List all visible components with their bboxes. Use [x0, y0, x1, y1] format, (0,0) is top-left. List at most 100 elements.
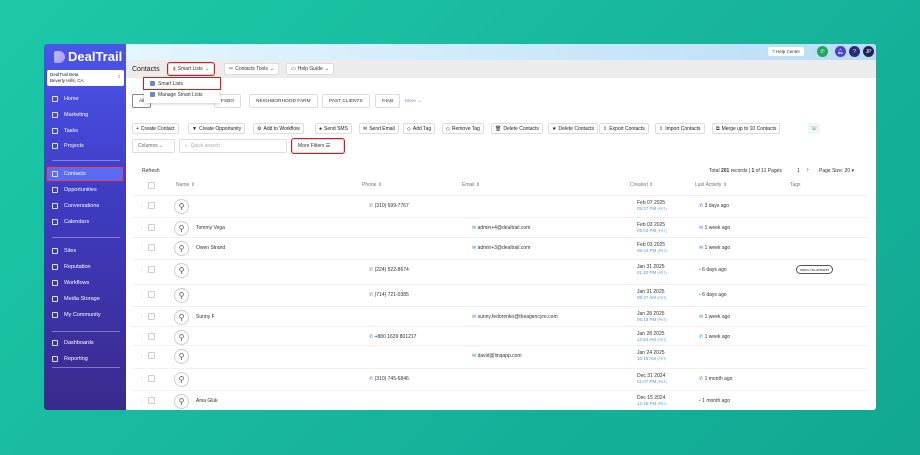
col-created[interactable]: Created ⇕ — [630, 182, 653, 188]
sidebar-item-media-storage[interactable]: Media Storage — [44, 292, 126, 306]
drag-handle-icon[interactable]: ⋮ — [139, 334, 144, 340]
email-icon: ✉ — [472, 353, 477, 359]
contact-name[interactable]: Sunny F — [196, 314, 215, 320]
drag-handle-icon[interactable]: ⋮ — [139, 398, 144, 404]
help-icon[interactable]: ? — [849, 46, 860, 57]
col-last-activity[interactable]: Last Activity ⇕ — [695, 182, 727, 188]
contact-email[interactable]: ✉ admin+3@dealtrail.com — [472, 245, 530, 251]
row-checkbox[interactable] — [148, 333, 155, 340]
table-row[interactable] — [132, 368, 868, 390]
tab-ihab[interactable]: IHAB — [375, 94, 401, 108]
drag-handle-icon[interactable]: ⋮ — [139, 267, 144, 273]
email-icon: ✉ — [472, 314, 477, 320]
smart-lists-dropdown[interactable]: ▮ Smart Lists ⌄ — [167, 62, 215, 76]
table-row[interactable] — [132, 259, 868, 281]
send-email-button[interactable]: ✉ Send Email — [359, 123, 399, 134]
page-number[interactable]: 1 — [797, 168, 800, 174]
contact-name[interactable]: Ania Gluk — [196, 398, 218, 404]
contact-email[interactable]: ✉ david@linqapp.com — [472, 353, 522, 359]
last-activity: ✉ 1 week ago — [699, 245, 731, 251]
more-filters-button[interactable]: More Filters ☰ — [291, 138, 345, 154]
page-size-dropdown[interactable]: Page Size: 20 ▾ — [819, 168, 854, 174]
columns-dropdown[interactable]: Columns ⌄ — [132, 139, 175, 153]
menu-item-manage-smart-lists[interactable]: Manage Smart Lists — [144, 89, 220, 100]
sidebar-item-tasks[interactable]: Tasks — [44, 124, 126, 138]
menu-item-smart-lists[interactable]: Smart Lists — [143, 77, 221, 90]
sidebar-item-home[interactable]: Home — [44, 92, 126, 106]
phone-icon[interactable]: ✆ — [817, 46, 828, 57]
col-phone[interactable]: Phone ⇕ — [362, 182, 382, 188]
tab-neighborhood-farm[interactable]: NEIGHBORHOOD FARM — [249, 94, 318, 108]
row-checkbox[interactable] — [148, 375, 155, 382]
help-center-button[interactable]: ? Help Center — [768, 47, 804, 56]
create-contact-button[interactable]: + Create Contact — [132, 123, 179, 134]
tab-past-clients[interactable]: PAST CLIENTS — [322, 94, 370, 108]
row-checkbox[interactable] — [148, 244, 155, 251]
table-row[interactable] — [132, 284, 868, 306]
row-checkbox[interactable] — [148, 291, 155, 298]
next-page-icon[interactable]: › — [807, 167, 809, 173]
sidebar-item-sites[interactable]: Sites — [44, 244, 126, 258]
drag-handle-icon[interactable]: ⋮ — [139, 292, 144, 298]
list-icon: ▮ — [173, 66, 176, 72]
remove-tag-button[interactable]: ◇ Remove Tag — [442, 123, 484, 134]
last-activity: ▪ 1 month ago — [699, 398, 730, 404]
row-checkbox[interactable] — [148, 266, 155, 273]
contact-name[interactable]: Tommy Vega — [196, 225, 225, 231]
sidebar-item-my-community[interactable]: My Community — [44, 308, 126, 322]
contact-phone[interactable]: ✆ (224) 522-8674 — [369, 267, 409, 273]
contact-email[interactable]: ✉ admin+4@dealtrail.com — [472, 225, 530, 231]
bell-icon[interactable]: 🔔︎ — [835, 46, 846, 57]
sidebar-item-contacts[interactable]: Contacts — [46, 166, 124, 182]
delete-contacts-button[interactable]: ★ Delete Contacts — [548, 123, 599, 134]
help-guide-dropdown[interactable]: ▭ Help Guide ⌄ — [286, 63, 334, 75]
delete-contacts-button[interactable]: 🗑︎ Delete Contacts — [491, 123, 543, 134]
tag-badge[interactable]: wavv-no-answer — [796, 265, 834, 274]
import-contacts-button[interactable]: ⇪ Import Contacts — [655, 123, 705, 134]
sidebar-item-reputation[interactable]: Reputation — [44, 260, 126, 274]
sidebar-item-conversations[interactable]: Conversations — [44, 199, 126, 213]
drag-handle-icon[interactable]: ⋮ — [139, 225, 144, 231]
col-email[interactable]: Email ⇕ — [462, 182, 480, 188]
drag-handle-icon[interactable]: ⋮ — [139, 203, 144, 209]
drag-handle-icon[interactable]: ⋮ — [139, 245, 144, 251]
col-name[interactable]: Name ⇕ — [176, 182, 195, 188]
sidebar-item-calendars[interactable]: Calendars — [44, 215, 126, 229]
tab-more[interactable]: More ⌄ — [399, 94, 427, 108]
contact-name[interactable]: Owen Strand — [196, 245, 225, 251]
call-icon[interactable]: ☏ — [808, 123, 821, 134]
contact-phone[interactable]: ✆ (310) 745-6846 — [369, 376, 409, 382]
table-row[interactable] — [132, 390, 868, 410]
sidebar-item-dashboards[interactable]: Dashboards — [44, 336, 126, 350]
create-opportunity-button[interactable]: ▼ Create Opportunity — [188, 123, 246, 134]
search-input[interactable]: ⌕ Quick search — [179, 139, 287, 153]
table-row[interactable] — [132, 195, 868, 217]
contact-phone[interactable]: ✆ (714) 721-0385 — [369, 292, 409, 298]
export-contacts-button[interactable]: ⇪ Export Contacts — [599, 123, 649, 134]
row-checkbox[interactable] — [148, 202, 155, 209]
select-all-checkbox[interactable] — [148, 182, 155, 189]
contact-phone[interactable]: ✆ (310) 699-7767 — [369, 203, 409, 209]
merge-up-to-10-contacts-button[interactable]: ⧉ Merge up to 10 Contacts — [712, 123, 781, 134]
add-tag-button[interactable]: ◇ Add Tag — [403, 123, 436, 134]
send-sms-button[interactable]: ● Send SMS — [315, 123, 352, 134]
row-checkbox[interactable] — [148, 352, 155, 359]
contacts-tools-dropdown[interactable]: ✂ Contacts Tools ⌄ — [224, 63, 280, 75]
contact-phone[interactable]: ✆ +880 1639 801217 — [369, 334, 416, 340]
drag-handle-icon[interactable]: ⋮ — [139, 314, 144, 320]
sidebar-item-opportunities[interactable]: Opportunities — [44, 183, 126, 197]
row-checkbox[interactable] — [148, 397, 155, 404]
refresh-button[interactable]: Refresh — [142, 168, 160, 174]
sidebar-item-marketing[interactable]: Marketing — [44, 108, 126, 122]
contact-email[interactable]: ✉ sunny.fedorenko@theagencyre.com — [472, 314, 558, 320]
sidebar-item-reporting[interactable]: Reporting — [44, 352, 126, 366]
row-checkbox[interactable] — [148, 313, 155, 320]
avatar[interactable]: JP — [863, 46, 874, 57]
sidebar-item-projects[interactable]: Projects — [44, 139, 126, 153]
sidebar-item-workflows[interactable]: Workflows — [44, 276, 126, 290]
drag-handle-icon[interactable]: ⋮ — [139, 353, 144, 359]
add-to-workflow-button[interactable]: ⚙ Add to Workflow — [253, 123, 304, 134]
location-switcher[interactable]: DealTrail Beta Beverly Hills, CA ⇕ — [47, 70, 124, 86]
drag-handle-icon[interactable]: ⋮ — [139, 376, 144, 382]
row-checkbox[interactable] — [148, 224, 155, 231]
